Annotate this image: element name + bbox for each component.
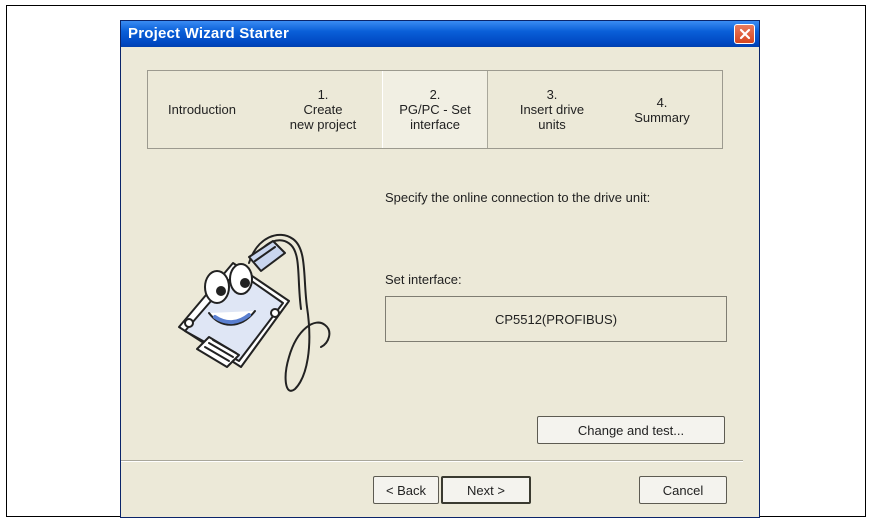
step-set-interface[interactable]: 2. PG/PC - Set interface [382, 71, 488, 148]
change-and-test-button[interactable]: Change and test... [537, 416, 725, 444]
interface-value: CP5512(PROFIBUS) [494, 311, 618, 327]
step-label: Insert drive [519, 102, 585, 117]
step-label-2: units [538, 117, 566, 132]
cancel-button[interactable]: Cancel [639, 476, 727, 504]
step-label: PG/PC - Set [399, 102, 471, 117]
step-label-2: interface [410, 117, 460, 132]
wizard-steps: Introduction 1. Create new project 2. PG… [147, 70, 723, 149]
window-title: Project Wizard Starter [128, 25, 289, 42]
close-icon [739, 28, 750, 40]
interface-value-field: CP5512(PROFIBUS) [385, 296, 727, 342]
step-label: Introduction [168, 102, 236, 117]
wizard-window: Project Wizard Starter Introduction 1. C… [120, 20, 760, 518]
interface-label: Set interface: [385, 272, 462, 287]
footer-separator [121, 460, 743, 462]
next-button[interactable]: Next > [441, 476, 531, 504]
serial-cable-mascot-icon [178, 234, 331, 392]
title-bar[interactable]: Project Wizard Starter [121, 21, 759, 47]
step-number: 2. [429, 87, 441, 102]
step-number: 3. [546, 87, 558, 102]
step-create-project[interactable]: 1. Create new project [268, 71, 378, 148]
step-introduction[interactable]: Introduction [152, 71, 252, 148]
step-insert-drive-units[interactable]: 3. Insert drive units [502, 71, 602, 148]
step-number: 1. [317, 87, 329, 102]
step-label: Summary [634, 109, 690, 125]
step-summary[interactable]: 4. Summary [612, 71, 712, 148]
close-button[interactable] [734, 24, 755, 44]
step-label-2: new project [289, 117, 357, 132]
back-button[interactable]: < Back [373, 476, 439, 504]
instruction-text: Specify the online connection to the dri… [385, 190, 651, 205]
step-number: 4. [656, 94, 668, 110]
step-label: Create [303, 102, 343, 117]
